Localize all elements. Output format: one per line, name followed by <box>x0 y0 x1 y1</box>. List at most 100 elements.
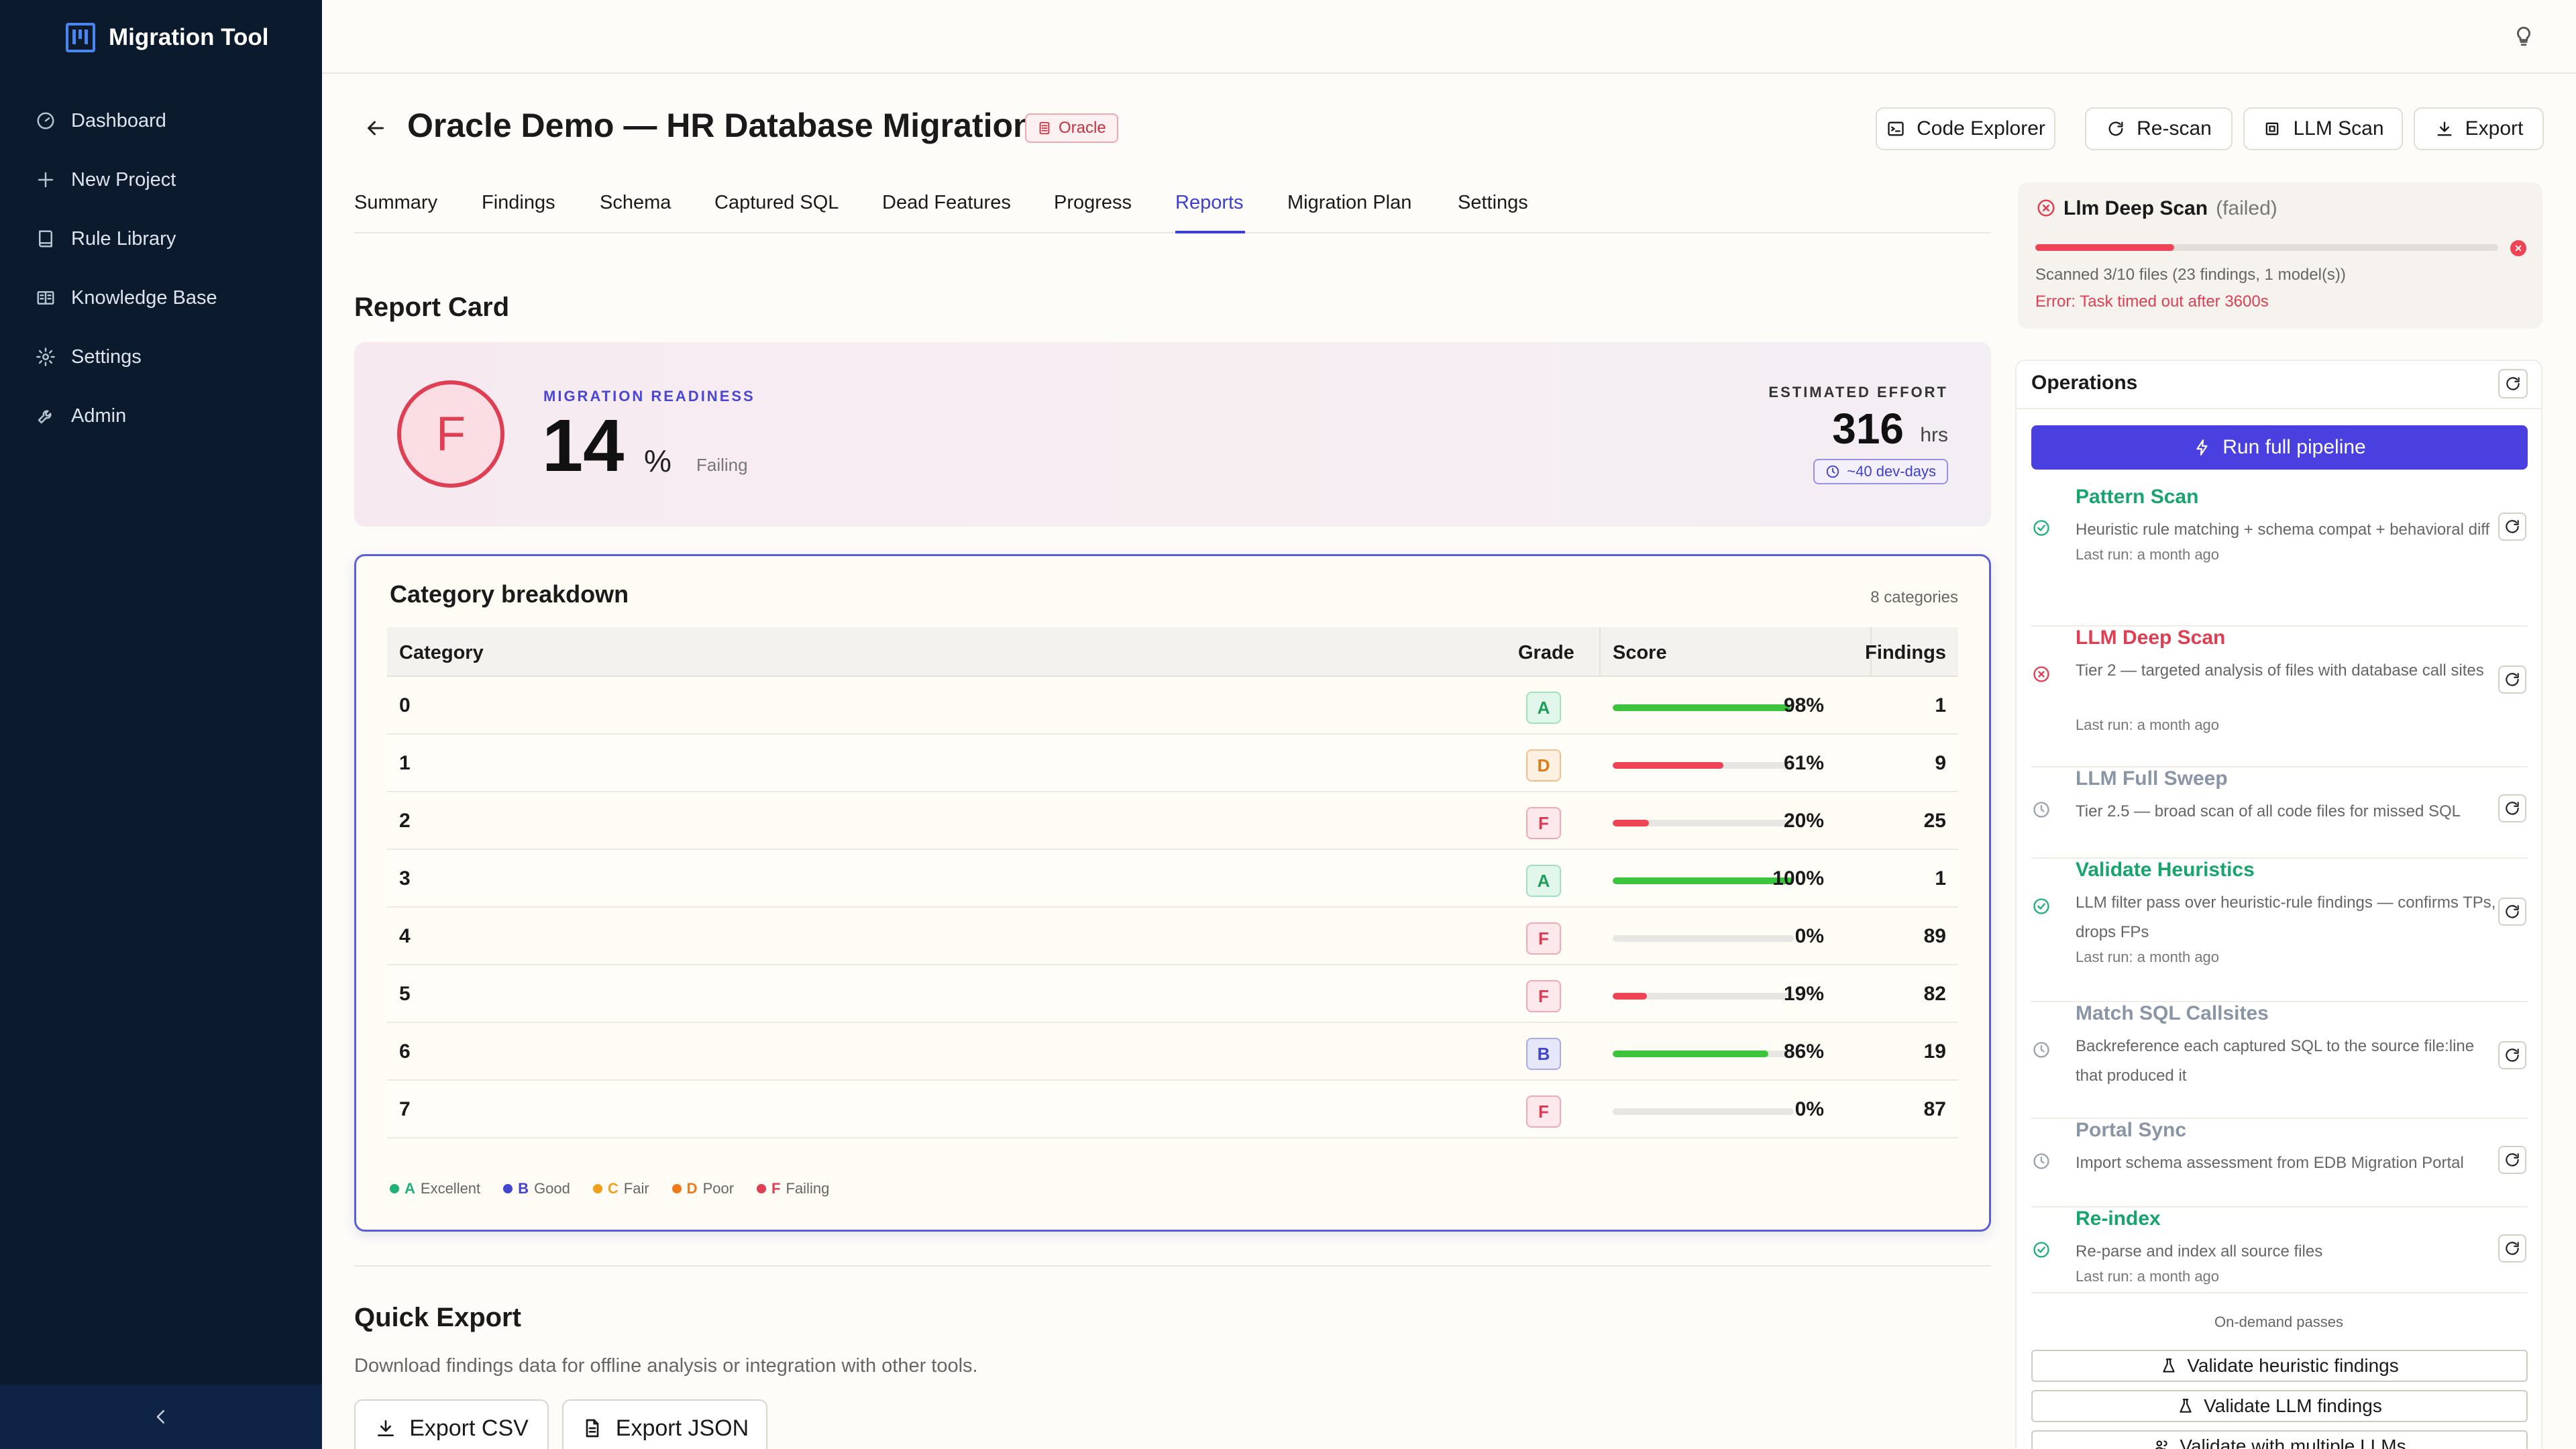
run-operation-button[interactable] <box>2498 1234 2526 1263</box>
legend-item: D Poor <box>672 1180 734 1197</box>
sidebar-item-label: Knowledge Base <box>71 286 217 309</box>
refresh-operations-button[interactable] <box>2498 369 2528 398</box>
operation-last-run: Last run: a month ago <box>2076 949 2220 965</box>
export-button[interactable]: Export <box>2414 107 2544 150</box>
status-ok-icon <box>2031 1240 2051 1260</box>
sidebar-item-dashboard[interactable]: Dashboard <box>35 91 217 150</box>
table-row[interactable]: 1 D 61% 9 <box>387 735 1958 792</box>
app-logo-icon <box>66 23 95 52</box>
table-row[interactable]: 0 A 98% 1 <box>387 677 1958 735</box>
download-icon <box>2434 119 2455 139</box>
tab-settings[interactable]: Settings <box>1458 192 1528 214</box>
database-badge-label: Oracle <box>1059 119 1106 137</box>
tab-captured-sql[interactable]: Captured SQL <box>714 192 839 214</box>
operation-description: Heuristic rule matching + schema compat … <box>2076 521 2490 539</box>
scan-progress-bar <box>2035 244 2498 251</box>
tab-bar: Summary Findings Schema Captured SQL Dea… <box>354 188 1991 233</box>
error-circle-icon <box>2035 197 2057 219</box>
sidebar: Migration Tool Dashboard New Project Rul… <box>0 0 322 1449</box>
tab-schema[interactable]: Schema <box>600 192 671 214</box>
scan-name: Llm Deep Scan <box>2063 197 2208 219</box>
status-idle-icon <box>2031 800 2051 820</box>
score-percent: 98% <box>1783 694 1824 716</box>
status-idle-icon <box>2031 1040 2051 1060</box>
score-percent: 0% <box>1794 1098 1824 1120</box>
rescan-button[interactable]: Re-scan <box>2085 107 2233 150</box>
column-header-grade[interactable]: Grade <box>1518 642 1574 664</box>
validate-heuristic-findings-button[interactable]: Validate heuristic findings <box>2031 1350 2528 1382</box>
validate-multiple-llms-button[interactable]: Validate with multiple LLMs <box>2031 1430 2528 1449</box>
effort-days-badge: ~40 dev-days <box>1813 459 1948 484</box>
operation-description: Tier 2 — targeted analysis of files with… <box>2076 661 2484 680</box>
rescan-label: Re-scan <box>2137 117 2212 140</box>
operation-last-run: Last run: a month ago <box>2076 716 2220 733</box>
sidebar-item-new-project[interactable]: New Project <box>35 150 217 209</box>
score-percent: 100% <box>1772 867 1824 890</box>
lightbulb-icon[interactable] <box>2512 24 2536 48</box>
table-row[interactable]: 3 A 100% 1 <box>387 850 1958 908</box>
column-header-findings[interactable]: Findings <box>1865 642 1946 664</box>
export-csv-button[interactable]: Export CSV <box>354 1399 549 1449</box>
book-icon <box>35 228 56 250</box>
run-operation-button[interactable] <box>2498 1146 2526 1174</box>
llm-scan-button[interactable]: LLM Scan <box>2243 107 2403 150</box>
legend-dot <box>757 1184 767 1193</box>
score-bar-fill <box>1613 704 1790 711</box>
operation-item: Re-index Re-parse and index all source fi… <box>2031 1208 2528 1293</box>
tab-findings[interactable]: Findings <box>482 192 555 214</box>
run-operation-button[interactable] <box>2498 794 2526 822</box>
tab-summary[interactable]: Summary <box>354 192 437 214</box>
sidebar-item-knowledge-base[interactable]: Knowledge Base <box>35 268 217 327</box>
tab-dead-features[interactable]: Dead Features <box>882 192 1011 214</box>
tab-progress[interactable]: Progress <box>1054 192 1132 214</box>
sidebar-item-admin[interactable]: Admin <box>35 386 217 445</box>
tab-migration-plan[interactable]: Migration Plan <box>1287 192 1411 214</box>
table-row[interactable]: 4 F 0% 89 <box>387 908 1958 965</box>
terminal-icon <box>1886 119 1906 139</box>
legend-item: C Fair <box>592 1180 649 1197</box>
run-full-pipeline-button[interactable]: Run full pipeline <box>2031 425 2528 470</box>
plus-icon <box>35 169 56 191</box>
column-header-category[interactable]: Category <box>399 642 484 664</box>
report-card-heading: Report Card <box>354 292 510 322</box>
run-operation-button[interactable] <box>2498 665 2526 694</box>
operation-item: Portal Sync Import schema assessment from… <box>2031 1119 2528 1208</box>
back-arrow-icon[interactable] <box>362 115 389 142</box>
book-open-icon <box>35 287 56 309</box>
score-bar-fill <box>1613 1051 1769 1057</box>
brand[interactable]: Migration Tool <box>66 23 268 52</box>
code-explorer-button[interactable]: Code Explorer <box>1876 107 2055 150</box>
findings-count: 87 <box>1923 1098 1946 1120</box>
quick-export-description: Download findings data for offline analy… <box>354 1355 978 1377</box>
table-row[interactable]: 6 B 86% 19 <box>387 1023 1958 1081</box>
validate-llm-findings-button[interactable]: Validate LLM findings <box>2031 1390 2528 1422</box>
sidebar-item-label: New Project <box>71 168 176 191</box>
operation-name: Re-index <box>2076 1208 2161 1230</box>
table-row[interactable]: 2 F 20% 25 <box>387 792 1958 850</box>
sidebar-item-rule-library[interactable]: Rule Library <box>35 209 217 268</box>
findings-count: 1 <box>1935 694 1946 716</box>
legend-label: Failing <box>786 1180 830 1197</box>
cancel-scan-icon[interactable] <box>2510 240 2526 256</box>
category-name: 5 <box>399 983 411 1005</box>
database-icon <box>1037 121 1052 136</box>
table-row[interactable]: 7 F 0% 87 <box>387 1081 1958 1138</box>
findings-count: 1 <box>1935 867 1946 890</box>
on-demand-label-text: Validate LLM findings <box>2204 1395 2382 1416</box>
run-operation-button[interactable] <box>2498 1041 2526 1069</box>
operation-description: Import schema assessment from EDB Migrat… <box>2076 1154 2464 1172</box>
run-operation-button[interactable] <box>2498 898 2526 926</box>
table-row[interactable]: 5 F 19% 82 <box>387 965 1958 1023</box>
readiness-label: MIGRATION READINESS <box>543 388 755 405</box>
operation-description: LLM filter pass over heuristic-rule find… <box>2076 894 2496 941</box>
export-json-button[interactable]: Export JSON <box>562 1399 767 1449</box>
run-operation-button[interactable] <box>2498 513 2526 541</box>
collapse-sidebar-button[interactable] <box>0 1385 322 1449</box>
operation-item: LLM Deep Scan Tier 2 — targeted analysis … <box>2031 627 2528 767</box>
column-header-score[interactable]: Score <box>1613 642 1667 664</box>
tab-reports[interactable]: Reports <box>1175 192 1244 214</box>
sidebar-item-settings[interactable]: Settings <box>35 327 217 386</box>
status-ok-icon <box>2031 518 2051 538</box>
operation-item: Match SQL Callsites Backreference each ca… <box>2031 1002 2528 1119</box>
operations-panel: Operations Run full pipeline Pattern Sca… <box>2015 360 2542 1449</box>
